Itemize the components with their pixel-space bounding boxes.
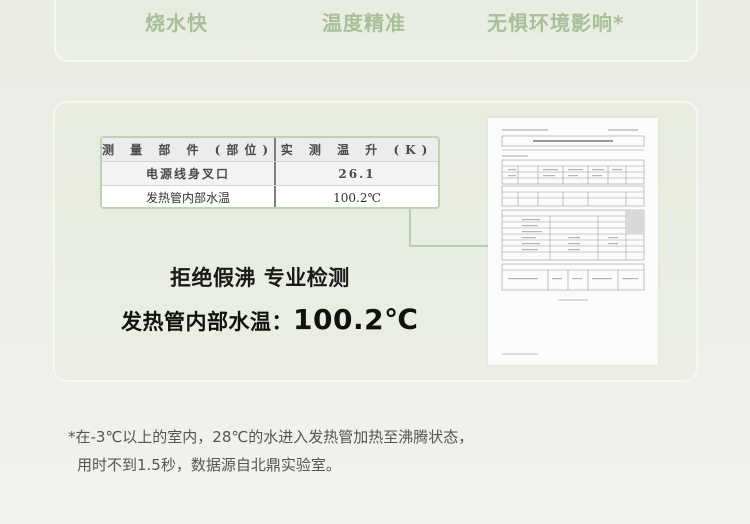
temperature-label: 发热管内部水温：: [121, 310, 293, 334]
temperature-value: 100.2℃: [293, 303, 419, 336]
feature-fast-boil: 烧水快: [145, 11, 208, 35]
table-header-part: 测 量 部 件 (部位): [102, 138, 276, 161]
feature-accurate-temp: 温度精准: [322, 11, 406, 35]
table-cell-part: 发热管内部水温: [102, 186, 276, 207]
temperature-line: 发热管内部水温：100.2℃: [121, 303, 418, 336]
table-row: 电源线身叉口 26.1: [102, 162, 438, 186]
test-report-document-graphic: [501, 129, 645, 355]
table-cell-part: 电源线身叉口: [102, 162, 276, 185]
test-report-document: [488, 118, 658, 365]
table-cell-value: 26.1: [338, 166, 376, 181]
headline: 拒绝假沸 专业检测: [170, 266, 350, 290]
table-cell-value: 100.2℃: [333, 190, 381, 205]
connector-line-vertical: [409, 209, 411, 246]
table-header-temp-rise: 实 测 温 升 (K): [280, 143, 434, 157]
measurement-table: 测 量 部 件 (部位) 实 测 温 升 (K) 电源线身叉口 26.1 发热管…: [100, 136, 440, 209]
feature-environment: 无惧环境影响*: [487, 11, 625, 35]
footnote-line-1: *在-3℃以上的室内，28℃的水进入发热管加热至沸腾状态，: [68, 428, 474, 446]
footnote-line-2: 用时不到1.5秒，数据源自北鼎实验室。: [77, 456, 341, 474]
table-row: 发热管内部水温 100.2℃: [102, 186, 438, 207]
connector-line-horizontal: [409, 245, 495, 247]
features-card: 烧水快 温度精准 无惧环境影响*: [54, 0, 698, 62]
table-header-row: 测 量 部 件 (部位) 实 测 温 升 (K): [102, 138, 438, 162]
